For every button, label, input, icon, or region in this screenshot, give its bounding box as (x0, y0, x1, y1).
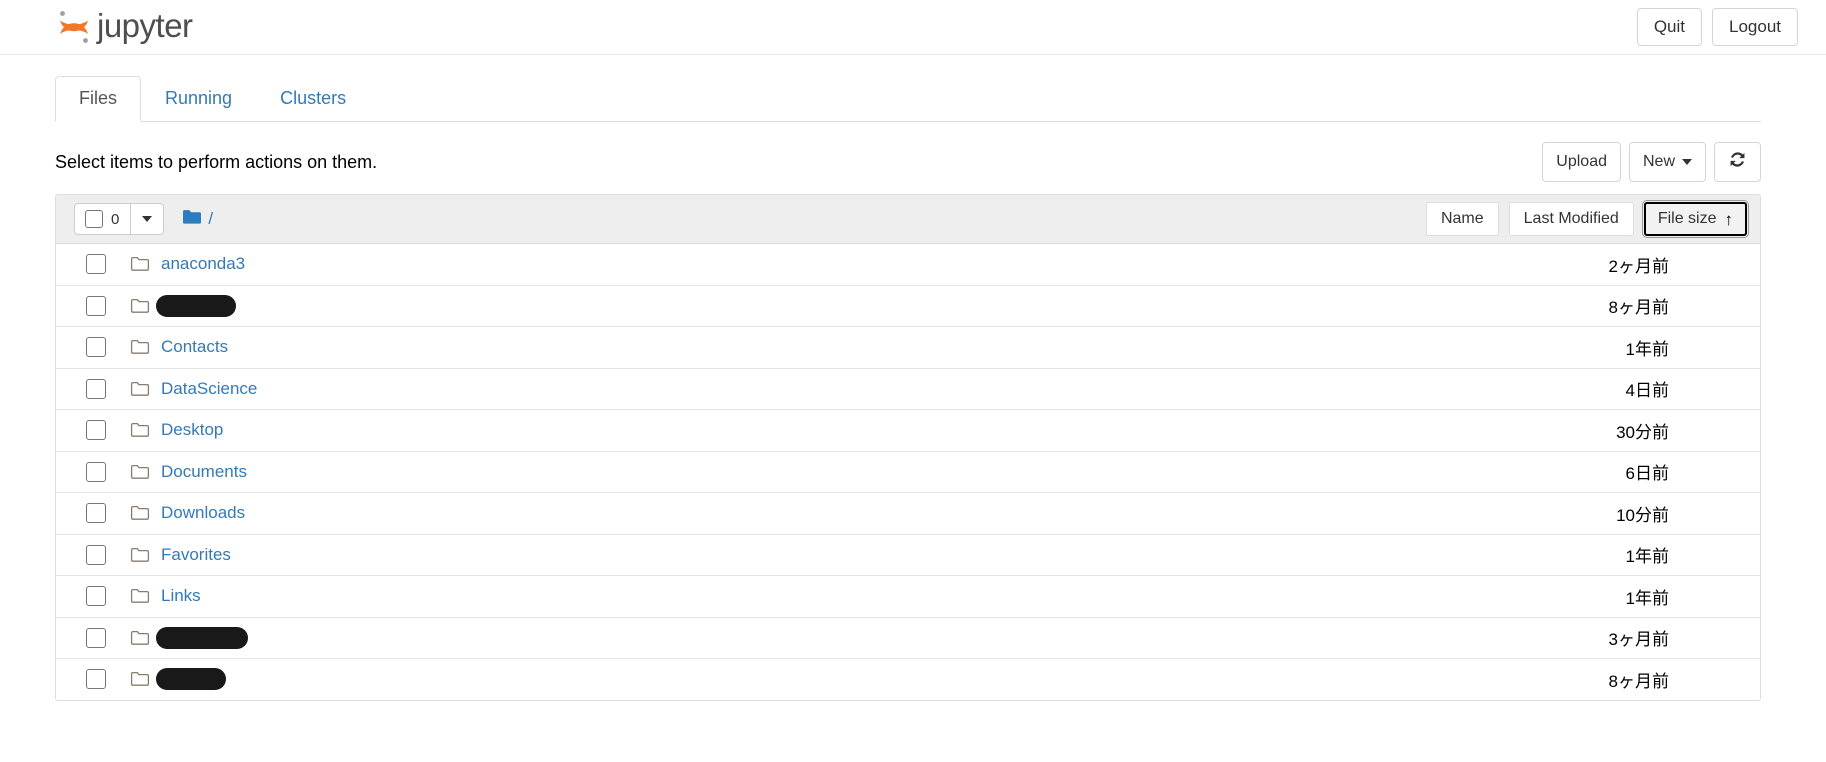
folder-icon (130, 671, 150, 687)
item-name-link[interactable]: Downloads (161, 503, 245, 523)
folder-icon (130, 505, 150, 521)
table-row[interactable]: 3ヶ月前 (56, 617, 1760, 659)
sort-file-size-label: File size (1657, 210, 1717, 228)
folder-icon (130, 381, 150, 397)
select-all-checkbox[interactable] (85, 210, 103, 228)
item-modified-time: 1年前 (1625, 547, 1669, 567)
sort-ascending-arrow-icon: ↑ (1724, 209, 1734, 229)
table-row[interactable]: DataScience 4日前 (56, 368, 1760, 410)
item-modified-time: 10分前 (1616, 505, 1669, 525)
table-row[interactable]: Downloads 10分前 (56, 493, 1760, 535)
row-checkbox[interactable] (86, 337, 106, 358)
breadcrumb: / (182, 209, 213, 230)
item-name-link[interactable]: Favorites (161, 545, 231, 565)
item-name-link[interactable]: Links (161, 586, 201, 606)
row-checkbox[interactable] (86, 503, 106, 524)
row-checkbox[interactable] (86, 295, 106, 316)
item-modified-time: 3ヶ月前 (1608, 630, 1669, 650)
tab-bar: Files Running Clusters (55, 76, 1761, 122)
table-row[interactable]: Desktop 30分前 (56, 410, 1760, 452)
logout-button[interactable]: Logout (1712, 7, 1798, 47)
toolbar-buttons: Upload New (1534, 141, 1761, 183)
table-row[interactable]: Favorites 1年前 (56, 534, 1760, 576)
row-checkbox[interactable] (86, 544, 106, 565)
item-name-link[interactable]: Documents (161, 462, 247, 482)
refresh-button[interactable] (1714, 141, 1761, 183)
row-checkbox[interactable] (86, 420, 106, 441)
row-checkbox[interactable] (86, 586, 106, 607)
folder-icon (130, 339, 150, 355)
item-modified-time: 2ヶ月前 (1608, 256, 1669, 276)
select-items-message: Select items to perform actions on them. (55, 151, 378, 172)
file-list-body: anaconda3 2ヶ月前 8ヶ月前 Contacts 1年前 DataScience 4… (56, 244, 1760, 700)
selected-count: 0 (111, 210, 120, 228)
redacted-item-name (156, 668, 226, 691)
chevron-down-icon (142, 216, 153, 222)
table-row[interactable]: Links 1年前 (56, 576, 1760, 618)
item-name-link[interactable]: Desktop (161, 420, 223, 440)
row-checkbox[interactable] (86, 254, 106, 275)
row-checkbox[interactable] (86, 627, 106, 648)
table-row[interactable]: 8ヶ月前 (56, 285, 1760, 327)
tab-files[interactable]: Files (55, 76, 142, 122)
folder-icon (130, 298, 150, 314)
actions-toolbar: Select items to perform actions on them.… (55, 141, 1761, 183)
jupyter-brand[interactable]: jupyter (55, 5, 193, 49)
folder-icon[interactable] (182, 209, 202, 230)
folder-icon (130, 464, 150, 480)
select-all-checkbox-button[interactable]: 0 (74, 203, 132, 235)
redacted-item-name (156, 294, 236, 317)
redacted-item-name (156, 626, 248, 649)
table-row[interactable]: Documents 6日前 (56, 451, 1760, 493)
refresh-icon (1728, 150, 1747, 174)
folder-icon (130, 422, 150, 438)
folder-icon (130, 588, 150, 604)
row-checkbox[interactable] (86, 669, 106, 690)
brand-text: jupyter (97, 6, 193, 44)
header-buttons: Quit Logout (1636, 7, 1798, 47)
breadcrumb-root-link[interactable]: / (208, 209, 213, 229)
table-row[interactable]: Contacts 1年前 (56, 327, 1760, 369)
upload-button-label: Upload (1556, 153, 1607, 171)
jupyter-logo-icon (55, 5, 93, 49)
tab-running[interactable]: Running (141, 76, 256, 122)
file-list: 0 / Name Last Modified File size ↑ anaco… (55, 194, 1761, 701)
row-checkbox[interactable] (86, 461, 106, 482)
table-row[interactable]: anaconda3 2ヶ月前 (56, 244, 1760, 286)
sort-buttons: Name Last Modified File size ↑ (1425, 200, 1750, 238)
sort-by-name-button[interactable]: Name (1425, 202, 1499, 236)
folder-icon (130, 256, 150, 272)
chevron-down-icon (1682, 159, 1692, 165)
item-modified-time: 1年前 (1625, 588, 1669, 608)
sort-by-last-modified-button[interactable]: Last Modified (1508, 202, 1634, 236)
item-modified-time: 4日前 (1625, 381, 1669, 401)
main-content: Files Running Clusters Select items to p… (55, 55, 1761, 701)
app-header: jupyter Quit Logout (0, 0, 1826, 55)
quit-button[interactable]: Quit (1636, 7, 1702, 47)
item-modified-time: 1年前 (1625, 339, 1669, 359)
item-modified-time: 30分前 (1616, 422, 1669, 442)
item-modified-time: 6日前 (1625, 464, 1669, 484)
jupyter-file-browser-page: jupyter Quit Logout Files Running Cluste… (0, 0, 1826, 762)
new-dropdown-button[interactable]: New (1628, 141, 1706, 183)
row-checkbox[interactable] (86, 378, 106, 399)
item-name-link[interactable]: anaconda3 (161, 254, 245, 274)
table-row[interactable]: 8ヶ月前 (56, 659, 1760, 700)
upload-button[interactable]: Upload (1542, 141, 1621, 183)
file-list-header: 0 / Name Last Modified File size ↑ (56, 195, 1760, 244)
tab-clusters[interactable]: Clusters (256, 76, 370, 122)
new-button-label: New (1642, 153, 1675, 171)
sort-by-file-size-button[interactable]: File size ↑ (1641, 200, 1750, 238)
folder-icon (130, 547, 150, 563)
select-all-group: 0 (74, 203, 165, 235)
item-modified-time: 8ヶ月前 (1608, 298, 1669, 318)
item-modified-time: 8ヶ月前 (1608, 671, 1669, 691)
item-name-link[interactable]: Contacts (161, 337, 228, 357)
folder-icon (130, 630, 150, 646)
item-name-link[interactable]: DataScience (161, 379, 257, 399)
select-dropdown-button[interactable] (131, 203, 165, 235)
